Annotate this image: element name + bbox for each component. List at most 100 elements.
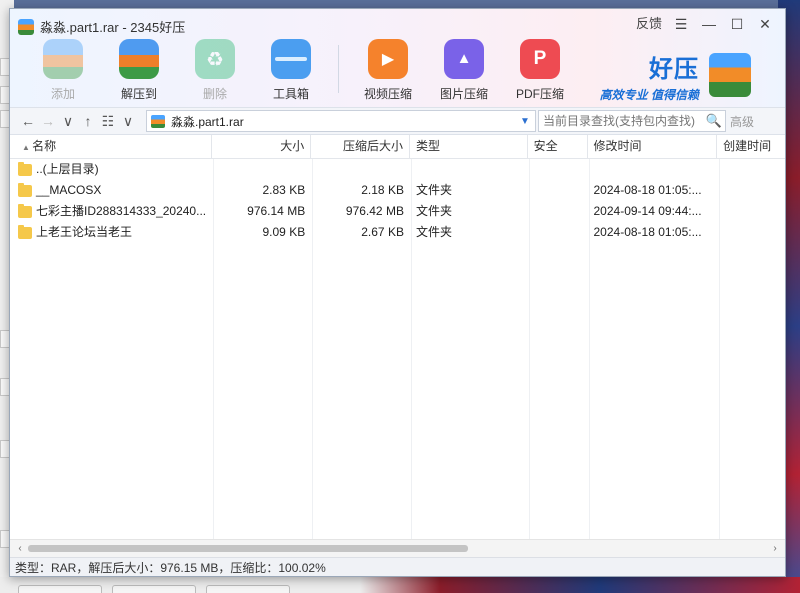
file-created (717, 222, 785, 243)
history-dropdown-icon[interactable]: ∨ (58, 113, 78, 130)
extract-label: 解压到 (120, 87, 157, 101)
column-divider (213, 159, 214, 539)
pdf-compress-button[interactable]: PDF压缩 (507, 39, 573, 102)
view-mode-icon[interactable]: ☷ (98, 113, 118, 130)
path-field[interactable]: 淼淼.part1.rar ▼ (146, 110, 536, 132)
menu-icon[interactable]: ☰ (667, 13, 695, 35)
brand-logo-icon (709, 53, 751, 97)
image-compress-label: 图片压缩 (439, 87, 488, 101)
window-controls: 反馈 ☰ — ☐ ✕ (631, 13, 779, 35)
column-divider (719, 159, 720, 539)
add-button[interactable]: 添加 (30, 39, 96, 102)
background-bottom-strip (0, 577, 800, 593)
archive-window: 淼淼.part1.rar - 2345好压 反馈 ☰ — ☐ ✕ 添加 解压到 … (9, 8, 786, 577)
file-type: 文件夹 (415, 204, 452, 218)
table-row[interactable]: 上老王论坛当老王 9.09 KB 2.67 KB 文件夹 2024-08-18 … (10, 222, 785, 243)
advanced-search-link[interactable]: 高级 (730, 113, 754, 130)
column-header-security[interactable]: 安全 (528, 135, 588, 158)
minimize-button[interactable]: — (695, 13, 723, 35)
recycle-icon (195, 39, 235, 79)
column-divider (529, 159, 530, 539)
image-compress-button[interactable]: 图片压缩 (431, 39, 497, 102)
window-header: 淼淼.part1.rar - 2345好压 反馈 ☰ — ☐ ✕ 添加 解压到 … (10, 9, 785, 107)
column-divider (312, 159, 313, 539)
extract-to-button[interactable]: 解压到 (106, 39, 172, 102)
file-compressed-size: 2.18 KB (361, 183, 404, 197)
file-type (410, 159, 528, 180)
up-arrow-icon[interactable]: ↑ (78, 113, 98, 129)
back-arrow-icon[interactable]: ← (18, 113, 38, 129)
feedback-button[interactable]: 反馈 (631, 13, 667, 35)
file-compressed-size: 976.42 MB (345, 204, 404, 218)
add-icon (43, 39, 83, 79)
horizontal-scrollbar[interactable]: ‹ › (10, 539, 785, 557)
file-security (528, 201, 588, 222)
toolbox-label: 工具箱 (272, 87, 309, 101)
table-row[interactable]: __MACOSX 2.83 KB 2.18 KB 文件夹 2024-08-18 … (10, 180, 785, 201)
file-modified: 2024-09-14 09:44:... (593, 204, 702, 218)
file-created (717, 159, 785, 180)
file-type: 文件夹 (415, 183, 452, 197)
scroll-right-icon[interactable]: › (767, 540, 783, 557)
path-dropdown-icon[interactable]: ▼ (515, 116, 535, 127)
file-name: __MACOSX (36, 183, 102, 197)
file-security (528, 222, 588, 243)
scroll-left-icon[interactable]: ‹ (12, 540, 28, 557)
folder-icon (18, 182, 32, 197)
title-bar: 淼淼.part1.rar - 2345好压 (18, 17, 185, 36)
video-icon (368, 39, 408, 79)
file-created (717, 201, 785, 222)
column-header-modified[interactable]: 修改时间 (588, 135, 718, 158)
scrollbar-thumb[interactable] (28, 545, 468, 552)
brand-block: 好压 高效专业 值得信赖 (600, 49, 699, 103)
file-size: 976.14 MB (247, 204, 306, 218)
file-list: 名称 大小 压缩后大小 类型 安全 修改时间 创建时间 ..(上层目录) __M… (10, 135, 785, 539)
file-compressed-size (311, 159, 410, 180)
app-icon (18, 18, 34, 35)
forward-arrow-icon[interactable]: → (38, 113, 58, 129)
table-row-parent-dir[interactable]: ..(上层目录) (10, 159, 785, 180)
status-bar: 类型：RAR，解压后大小：976.15 MB，压缩比：100.02% (10, 557, 785, 576)
toolbox-icon (271, 39, 311, 79)
column-header-name[interactable]: 名称 (10, 135, 213, 158)
column-header-created[interactable]: 创建时间 (717, 135, 785, 158)
file-security (528, 180, 588, 201)
file-size: 9.09 KB (262, 225, 306, 239)
extract-icon (119, 39, 159, 79)
folder-icon (18, 203, 32, 218)
path-text: 淼淼.part1.rar (171, 114, 244, 129)
column-header-compressed-size[interactable]: 压缩后大小 (311, 135, 410, 158)
add-label: 添加 (50, 87, 75, 101)
file-name: 上老王论坛当老王 (36, 225, 133, 239)
column-header-row: 名称 大小 压缩后大小 类型 安全 修改时间 创建时间 (10, 135, 785, 159)
background-button (112, 585, 196, 593)
file-type: 文件夹 (415, 225, 452, 239)
archive-icon (151, 114, 165, 128)
image-icon (444, 39, 484, 79)
view-dropdown-icon[interactable]: ∨ (118, 113, 138, 130)
search-input[interactable] (539, 114, 703, 128)
video-compress-button[interactable]: 视频压缩 (355, 39, 421, 102)
column-divider (589, 159, 590, 539)
pdf-icon (520, 39, 560, 79)
video-compress-label: 视频压缩 (363, 87, 412, 101)
delete-label: 删除 (202, 87, 227, 101)
file-name: ..(上层目录) (36, 162, 99, 176)
close-button[interactable]: ✕ (751, 13, 779, 35)
column-header-size[interactable]: 大小 (212, 135, 312, 158)
brand-slogan: 高效专业 值得信赖 (599, 88, 699, 102)
toolbox-button[interactable]: 工具箱 (258, 39, 324, 102)
pdf-compress-label: PDF压缩 (515, 87, 564, 101)
file-compressed-size: 2.67 KB (361, 225, 404, 239)
background-button (206, 585, 290, 593)
toolbar: 添加 解压到 删除 工具箱 视频压缩 图片压缩 (30, 39, 583, 102)
delete-button[interactable]: 删除 (182, 39, 248, 102)
search-icon[interactable]: 🔍 (703, 113, 725, 129)
column-header-type[interactable]: 类型 (410, 135, 528, 158)
file-name: 七彩主播ID288314333_20240... (36, 204, 207, 218)
table-row[interactable]: 七彩主播ID288314333_20240... 976.14 MB 976.4… (10, 201, 785, 222)
toolbar-divider (338, 45, 339, 93)
maximize-button[interactable]: ☐ (723, 13, 751, 35)
file-created (717, 180, 785, 201)
nav-buttons: ← → ∨ ↑ ☷ ∨ (10, 113, 138, 130)
